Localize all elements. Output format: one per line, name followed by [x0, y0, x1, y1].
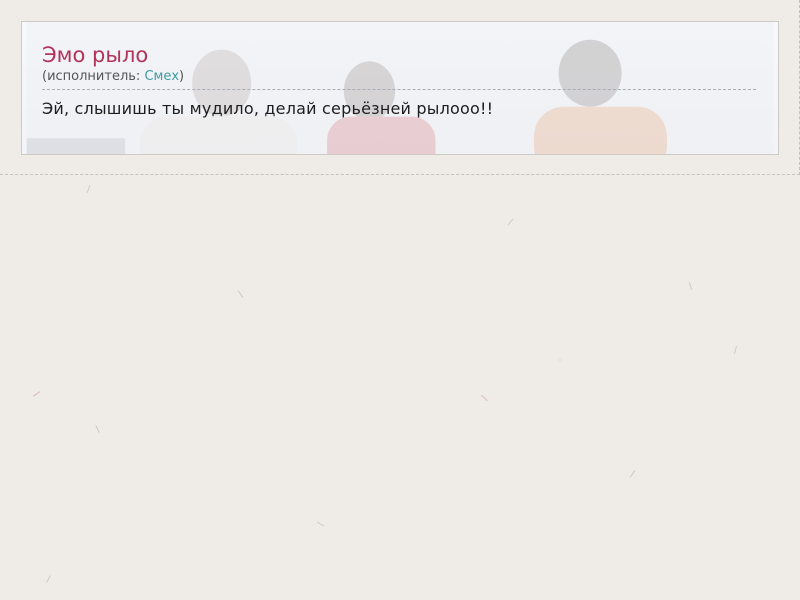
bg-speck [86, 185, 91, 193]
page: Эмо рыло (исполнитель: Смех) Эй, слышишь… [0, 0, 800, 600]
bg-speck [32, 391, 41, 397]
song-card: Эмо рыло (исполнитель: Смех) Эй, слышишь… [21, 21, 779, 155]
bg-speck [629, 470, 636, 478]
performer-prefix: (исполнитель: [42, 69, 145, 84]
bg-speck [507, 218, 514, 226]
bg-speck [316, 521, 325, 527]
performer-suffix: ) [179, 69, 185, 84]
song-lyrics: Эй, слышишь ты мудило, делай серьёзней р… [42, 99, 494, 118]
bg-speck [481, 394, 488, 402]
performer-line: (исполнитель: Смех) [42, 68, 756, 90]
performer-link[interactable]: Смех [144, 69, 179, 84]
song-title: Эмо рыло [42, 43, 149, 67]
bg-speck [237, 290, 244, 298]
bg-speck [95, 425, 100, 433]
bg-speck [733, 346, 738, 354]
bg-speck [46, 575, 51, 583]
bg-speck [688, 282, 693, 290]
